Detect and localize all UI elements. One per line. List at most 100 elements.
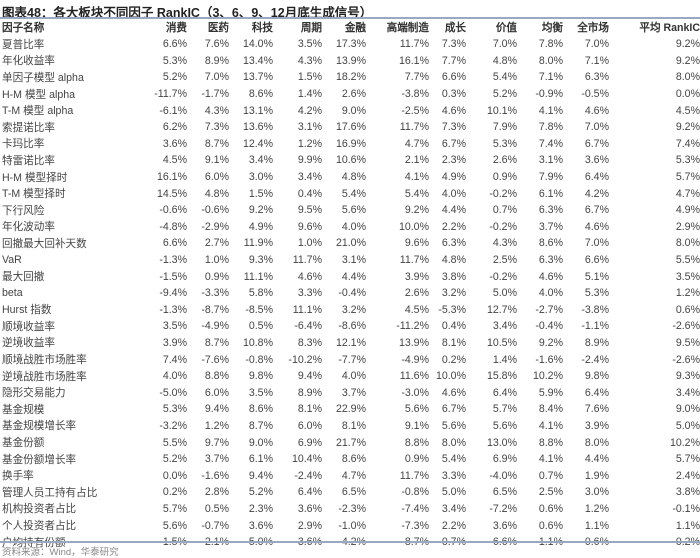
rankic-cell: 13.7% [242,71,273,84]
rankic-cell: 7.6% [584,403,609,416]
rankic-cell: -2.5% [401,104,429,117]
rankic-cell: 3.6% [492,519,517,532]
rankic-cell: 5.4% [404,187,429,200]
rankic-cell: -1.3% [159,254,187,267]
rankic-cell: 8.0% [538,54,563,67]
factor-name: 年化波动率 [2,221,55,234]
rankic-cell: 7.4% [675,137,700,150]
rankic-cell: 9.2% [538,336,563,349]
table-row: beta -9.4% -3.3% 5.8% 3.3% -0.4% 2.6% 3.2% 5.0% 4… [0,285,700,302]
rankic-cell: 5.6% [492,419,517,432]
rankic-cell: 9.0% [675,403,700,416]
rankic-cell: 0.0% [675,88,700,101]
rankic-cell: 5.5% [162,436,187,449]
rankic-cell: 0.5% [204,502,229,515]
rankic-cell: 10.2% [669,436,700,449]
rankic-cell: 1.0% [204,254,229,267]
rankic-cell: 16.9% [335,137,366,150]
rankic-cell: 2.6% [492,154,517,167]
rankic-cell: -8.7% [201,303,229,316]
rankic-cell: -5.0% [159,386,187,399]
rankic-cell: 5.2% [492,88,517,101]
rankic-cell: 7.6% [204,38,229,51]
rankic-cell: -6.4% [294,320,322,333]
rankic-cell: 4.0% [538,287,563,300]
rankic-cell: 6.7% [441,403,466,416]
rankic-cell: 3.1% [538,154,563,167]
rankic-cell: 4.8% [492,54,517,67]
rankic-cell: 7.0% [584,38,609,51]
rankic-cell: 3.4% [297,171,322,184]
rankic-cell: 16.1% [156,171,187,184]
rankic-cell: 8.1% [441,336,466,349]
rankic-cell: -3.2% [159,419,187,432]
rankic-cell: -4.8% [159,220,187,233]
column-header: 金融 [344,22,366,34]
rankic-cell: -0.2% [489,220,517,233]
rankic-cell: 1.2% [584,502,609,515]
rankic-cell: 9.7% [204,436,229,449]
rankic-cell: 6.9% [297,436,322,449]
rankic-cell: 13.1% [242,104,273,117]
rankic-cell: 4.6% [538,270,563,283]
rankic-cell: 3.9% [584,419,609,432]
rankic-cell: -0.2% [489,270,517,283]
rankic-cell: -0.6% [159,204,187,217]
rankic-cell: -11.7% [154,88,187,101]
rankic-cell: 9.3% [675,370,700,383]
column-header: 科技 [251,22,273,34]
rankic-cell: -0.7% [201,519,229,532]
rankic-cell: 6.3% [538,204,563,217]
rankic-cell: 4.8% [204,187,229,200]
table-row: H-M 模型择时 16.1% 6.0% 3.0% 3.4% 4.8% 4.1% 4.9% 0.9… [0,169,700,186]
rankic-cell: 3.5% [162,320,187,333]
rankic-cell: 4.8% [441,254,466,267]
rankic-cell: 1.4% [492,353,517,366]
table-row: 基金规模 5.3% 9.4% 8.6% 8.1% 22.9% 5.6% 6.7% 5.7% 8.4… [0,401,700,418]
rankic-cell: -0.2% [489,187,517,200]
rankic-cell: 0.7% [492,204,517,217]
rankic-cell: 4.7% [341,469,366,482]
rankic-cell: 4.7% [675,187,700,200]
factor-name: 顺境战胜市场胜率 [2,354,87,367]
rankic-cell: 7.1% [538,71,563,84]
rankic-cell: 4.2% [584,187,609,200]
rankic-cell: 2.4% [675,469,700,482]
rankic-cell: 9.1% [204,154,229,167]
rankic-cell: 4.9% [248,220,273,233]
rankic-cell: 0.4% [297,187,322,200]
factor-name: T-M 模型择时 [2,188,66,201]
column-header: 因子名称 [2,22,45,34]
rankic-cell: -8.6% [338,320,366,333]
rankic-cell: 10.1% [486,104,517,117]
rankic-cell: 12.4% [242,137,273,150]
rankic-cell: 1.0% [297,237,322,250]
rankic-cell: 5.7% [492,403,517,416]
rankic-cell: 5.6% [341,204,366,217]
rankic-cell: 3.8% [441,270,466,283]
factor-name: 个人投资者占比 [2,520,77,533]
rankic-cell: 2.5% [538,486,563,499]
rankic-cell: 5.4% [441,453,466,466]
rankic-cell: 18.2% [335,71,366,84]
rankic-cell: -7.4% [401,502,429,515]
rankic-cell: 6.4% [297,486,322,499]
column-header: 价值 [495,22,517,34]
rankic-cell: -1.6% [201,469,229,482]
rankic-cell: -0.9% [535,88,563,101]
rankic-cell: 9.5% [297,204,322,217]
rankic-cell: 5.3% [162,54,187,67]
rankic-cell: 5.7% [675,171,700,184]
table-row: 夏普比率 6.6% 7.6% 14.0% 3.5% 17.3% 11.7% 7.3% 7.0% 7… [0,36,700,53]
rankic-cell: 9.4% [248,469,273,482]
factor-name: 回撤最大回补天数 [2,237,87,250]
rankic-cell: 4.0% [341,220,366,233]
rankic-cell: 1.5% [248,187,273,200]
rankic-cell: 9.2% [675,38,700,51]
rankic-cell: 1.1% [584,519,609,532]
rankic-cell: 6.6% [441,71,466,84]
factor-name: 特雷诺比率 [2,154,55,167]
column-header: 均衡 [541,22,563,34]
rankic-cell: 2.2% [441,519,466,532]
factor-name: H-M 模型 alpha [2,88,75,101]
